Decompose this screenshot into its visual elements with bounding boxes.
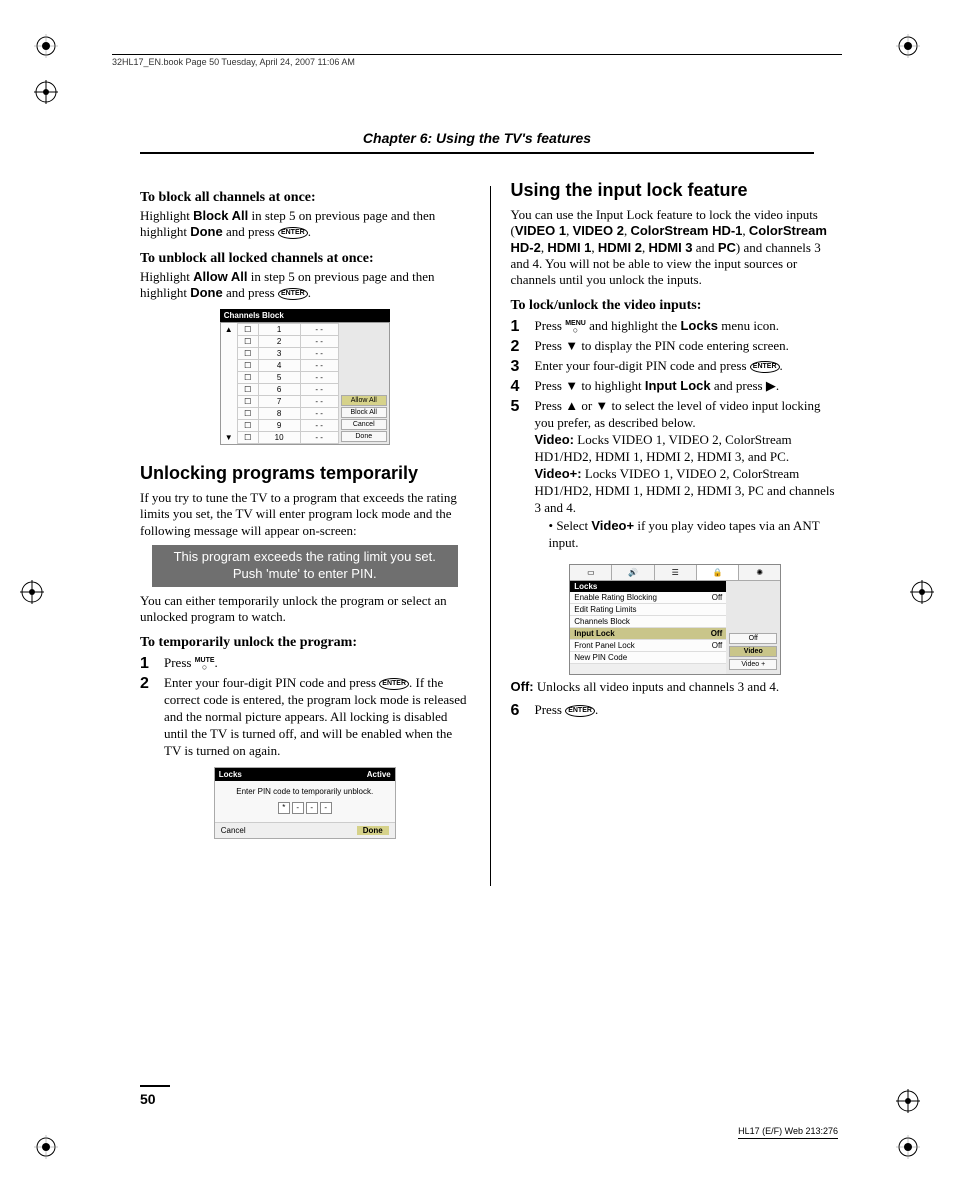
menu-row[interactable]: Front Panel LockOff [570,640,726,652]
menu-icon: MENU [565,320,586,334]
heading-block-all: To block all channels at once: [140,190,470,206]
heading-temp-unlock: To temporarily unlock the program: [140,635,470,651]
crop-mark-icon [34,1135,58,1159]
tab-settings-icon[interactable]: ✺ [739,565,780,580]
menu-row[interactable]: Edit Rating Limits [570,604,726,616]
done-button[interactable]: Done [357,826,389,835]
para-unblock-all: Highlight Allow All in step 5 on previou… [140,269,470,302]
crop-mark-icon [34,34,58,58]
allow-all-button[interactable]: Allow All [341,395,387,406]
left-column: To block all channels at once: Highlight… [140,180,470,886]
enter-icon: ENTER [278,227,308,239]
option-video-plus[interactable]: Video + [729,659,777,670]
crop-mark-icon [896,1135,920,1159]
enter-icon: ENTER [379,678,409,690]
pin-entry[interactable]: *--- [215,800,395,822]
menu-row[interactable]: Channels Block [570,616,726,628]
temp-unlock-steps: Press MUTE. Enter your four-digit PIN co… [140,655,470,759]
registration-mark-icon [34,80,58,104]
tab-setup-icon[interactable]: ☰ [655,565,697,580]
menu-row[interactable]: Enable Rating BlockingOff [570,592,726,604]
lock-unlock-steps: Press MENU and highlight the Locks menu … [511,318,841,554]
heading-unlock-temp: Unlocking programs temporarily [140,463,470,484]
para-options: You can either temporarily unlock the pr… [140,593,470,626]
menu-row[interactable]: New PIN Code [570,652,726,664]
heading-input-lock: Using the input lock feature [511,180,841,201]
channels-block-panel: Channels Block ▲1- - 2- - 3- - 4- - 5- -… [220,309,390,445]
page: 32HL17_EN.book Page 50 Tuesday, April 24… [0,0,954,1193]
page-header: 32HL17_EN.book Page 50 Tuesday, April 24… [112,54,842,67]
page-number: 50 [140,1085,170,1107]
chapter-title: Chapter 6: Using the TV's features [140,130,814,154]
para-unlock-desc: If you try to tune the TV to a program t… [140,490,470,539]
locks-pin-panel: LocksActive Enter PIN code to temporaril… [214,767,396,839]
option-off[interactable]: Off [729,633,777,644]
block-all-button[interactable]: Block All [341,407,387,418]
menu-row-input-lock[interactable]: Input LockOff [570,628,726,640]
footer-code: HL17 (E/F) Web 213:276 [738,1126,838,1139]
done-button[interactable]: Done [341,431,387,442]
enter-icon: ENTER [565,705,595,717]
step-6: Press ENTER. [511,702,841,720]
option-video[interactable]: Video [729,646,777,657]
para-input-lock-intro: You can use the Input Lock feature to lo… [511,207,841,288]
enter-icon: ENTER [278,288,308,300]
rating-limit-message: This program exceeds the rating limit yo… [152,545,458,587]
tab-audio-icon[interactable]: 🔊 [612,565,654,580]
cancel-button[interactable]: Cancel [221,826,246,835]
crop-mark-icon [896,34,920,58]
tab-locks-icon[interactable]: 🔒 [697,565,739,580]
tab-picture-icon[interactable]: ▭ [570,565,612,580]
channels-block-title: Channels Block [220,309,390,322]
para-block-all: Highlight Block All in step 5 on previou… [140,208,470,241]
heading-unblock-all: To unblock all locked channels at once: [140,251,470,267]
mute-icon: MUTE [195,657,215,671]
column-separator [490,186,491,886]
locks-menu-panel: ▭ 🔊 ☰ 🔒 ✺ Locks Enable Rating BlockingOf… [569,564,781,675]
para-off: Off: Unlocks all video inputs and channe… [511,679,841,695]
registration-mark-icon [910,580,934,604]
registration-mark-icon [20,580,44,604]
heading-lock-unlock: To lock/unlock the video inputs: [511,298,841,314]
registration-mark-icon [896,1089,920,1113]
enter-icon: ENTER [750,361,780,373]
cancel-button[interactable]: Cancel [341,419,387,430]
right-column: Using the input lock feature You can use… [511,180,841,886]
